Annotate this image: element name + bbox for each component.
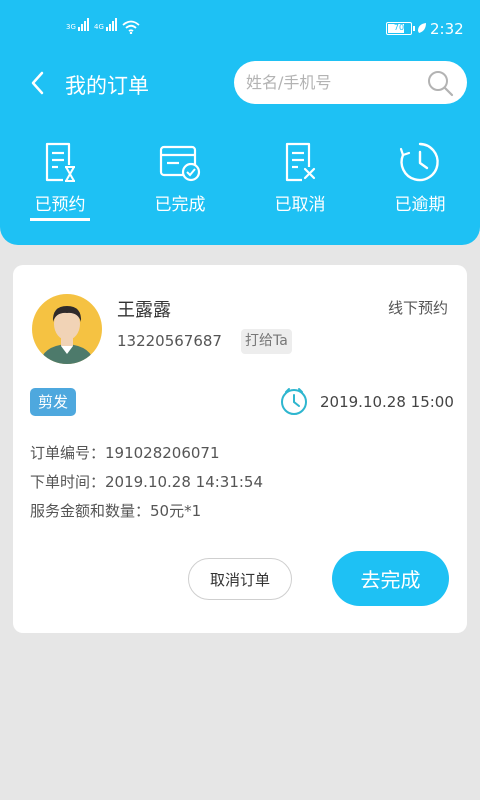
header: 3G 4G 70 2:32 我的订单 姓名/手机号 已预约 已完成 已取消 已逾… bbox=[0, 0, 480, 245]
battery-icon: 70 bbox=[386, 22, 415, 35]
sim2-label: 4G bbox=[94, 23, 104, 31]
tab-overdue[interactable]: 已逾期 bbox=[365, 140, 475, 220]
avatar bbox=[32, 294, 102, 364]
appointment-time: 2019.10.28 15:00 bbox=[320, 393, 454, 411]
search-input[interactable] bbox=[246, 61, 416, 104]
tab-cancelled[interactable]: 已取消 bbox=[245, 140, 355, 220]
signal-icon: 3G bbox=[66, 18, 89, 31]
order-type: 线下预约 bbox=[387, 299, 448, 317]
wifi-icon bbox=[122, 20, 140, 34]
sim1-label: 3G bbox=[66, 23, 76, 31]
call-button[interactable]: 打给Ta bbox=[241, 329, 292, 354]
active-tab-underline bbox=[30, 218, 90, 221]
hourglass-doc-icon bbox=[45, 142, 77, 182]
cancel-order-button[interactable]: 取消订单 bbox=[188, 558, 292, 600]
clock-icon bbox=[399, 142, 439, 182]
clock-icon bbox=[281, 388, 307, 415]
status-bar: 3G 4G 70 2:32 bbox=[0, 0, 480, 56]
service-tag: 剪发 bbox=[30, 388, 77, 416]
clock-time: 2:32 bbox=[430, 20, 464, 38]
doc-x-icon bbox=[285, 142, 318, 182]
search-box[interactable] bbox=[234, 61, 467, 104]
order-number: 订单编号：191028206071 bbox=[30, 444, 220, 462]
customer-phone: 13220567687 bbox=[117, 332, 222, 350]
back-arrow-icon[interactable] bbox=[24, 66, 54, 100]
tab-label: 已逾期 bbox=[394, 195, 446, 215]
tab-completed[interactable]: 已完成 bbox=[125, 140, 235, 220]
search-icon[interactable] bbox=[426, 69, 454, 97]
order-card: 王露露 线下预约 13220567687 打给Ta 剪发 2019.10.28 … bbox=[13, 265, 467, 633]
signal-icon: 4G bbox=[94, 18, 117, 31]
leaf-icon bbox=[418, 23, 426, 33]
customer-name: 王露露 bbox=[117, 300, 171, 321]
battery-level: 70 bbox=[393, 23, 405, 32]
tab-label: 已取消 bbox=[274, 195, 326, 215]
tab-label: 已完成 bbox=[154, 195, 206, 215]
tab-booked[interactable]: 已预约 bbox=[5, 140, 115, 221]
order-time: 下单时间：2019.10.28 14:31:54 bbox=[30, 473, 264, 491]
page-title: 我的订单 bbox=[65, 74, 149, 98]
card-check-icon bbox=[159, 145, 201, 182]
complete-order-button[interactable]: 去完成 bbox=[332, 551, 449, 606]
tab-label: 已预约 bbox=[34, 195, 86, 215]
service-amount: 服务金额和数量：50元*1 bbox=[30, 502, 202, 520]
